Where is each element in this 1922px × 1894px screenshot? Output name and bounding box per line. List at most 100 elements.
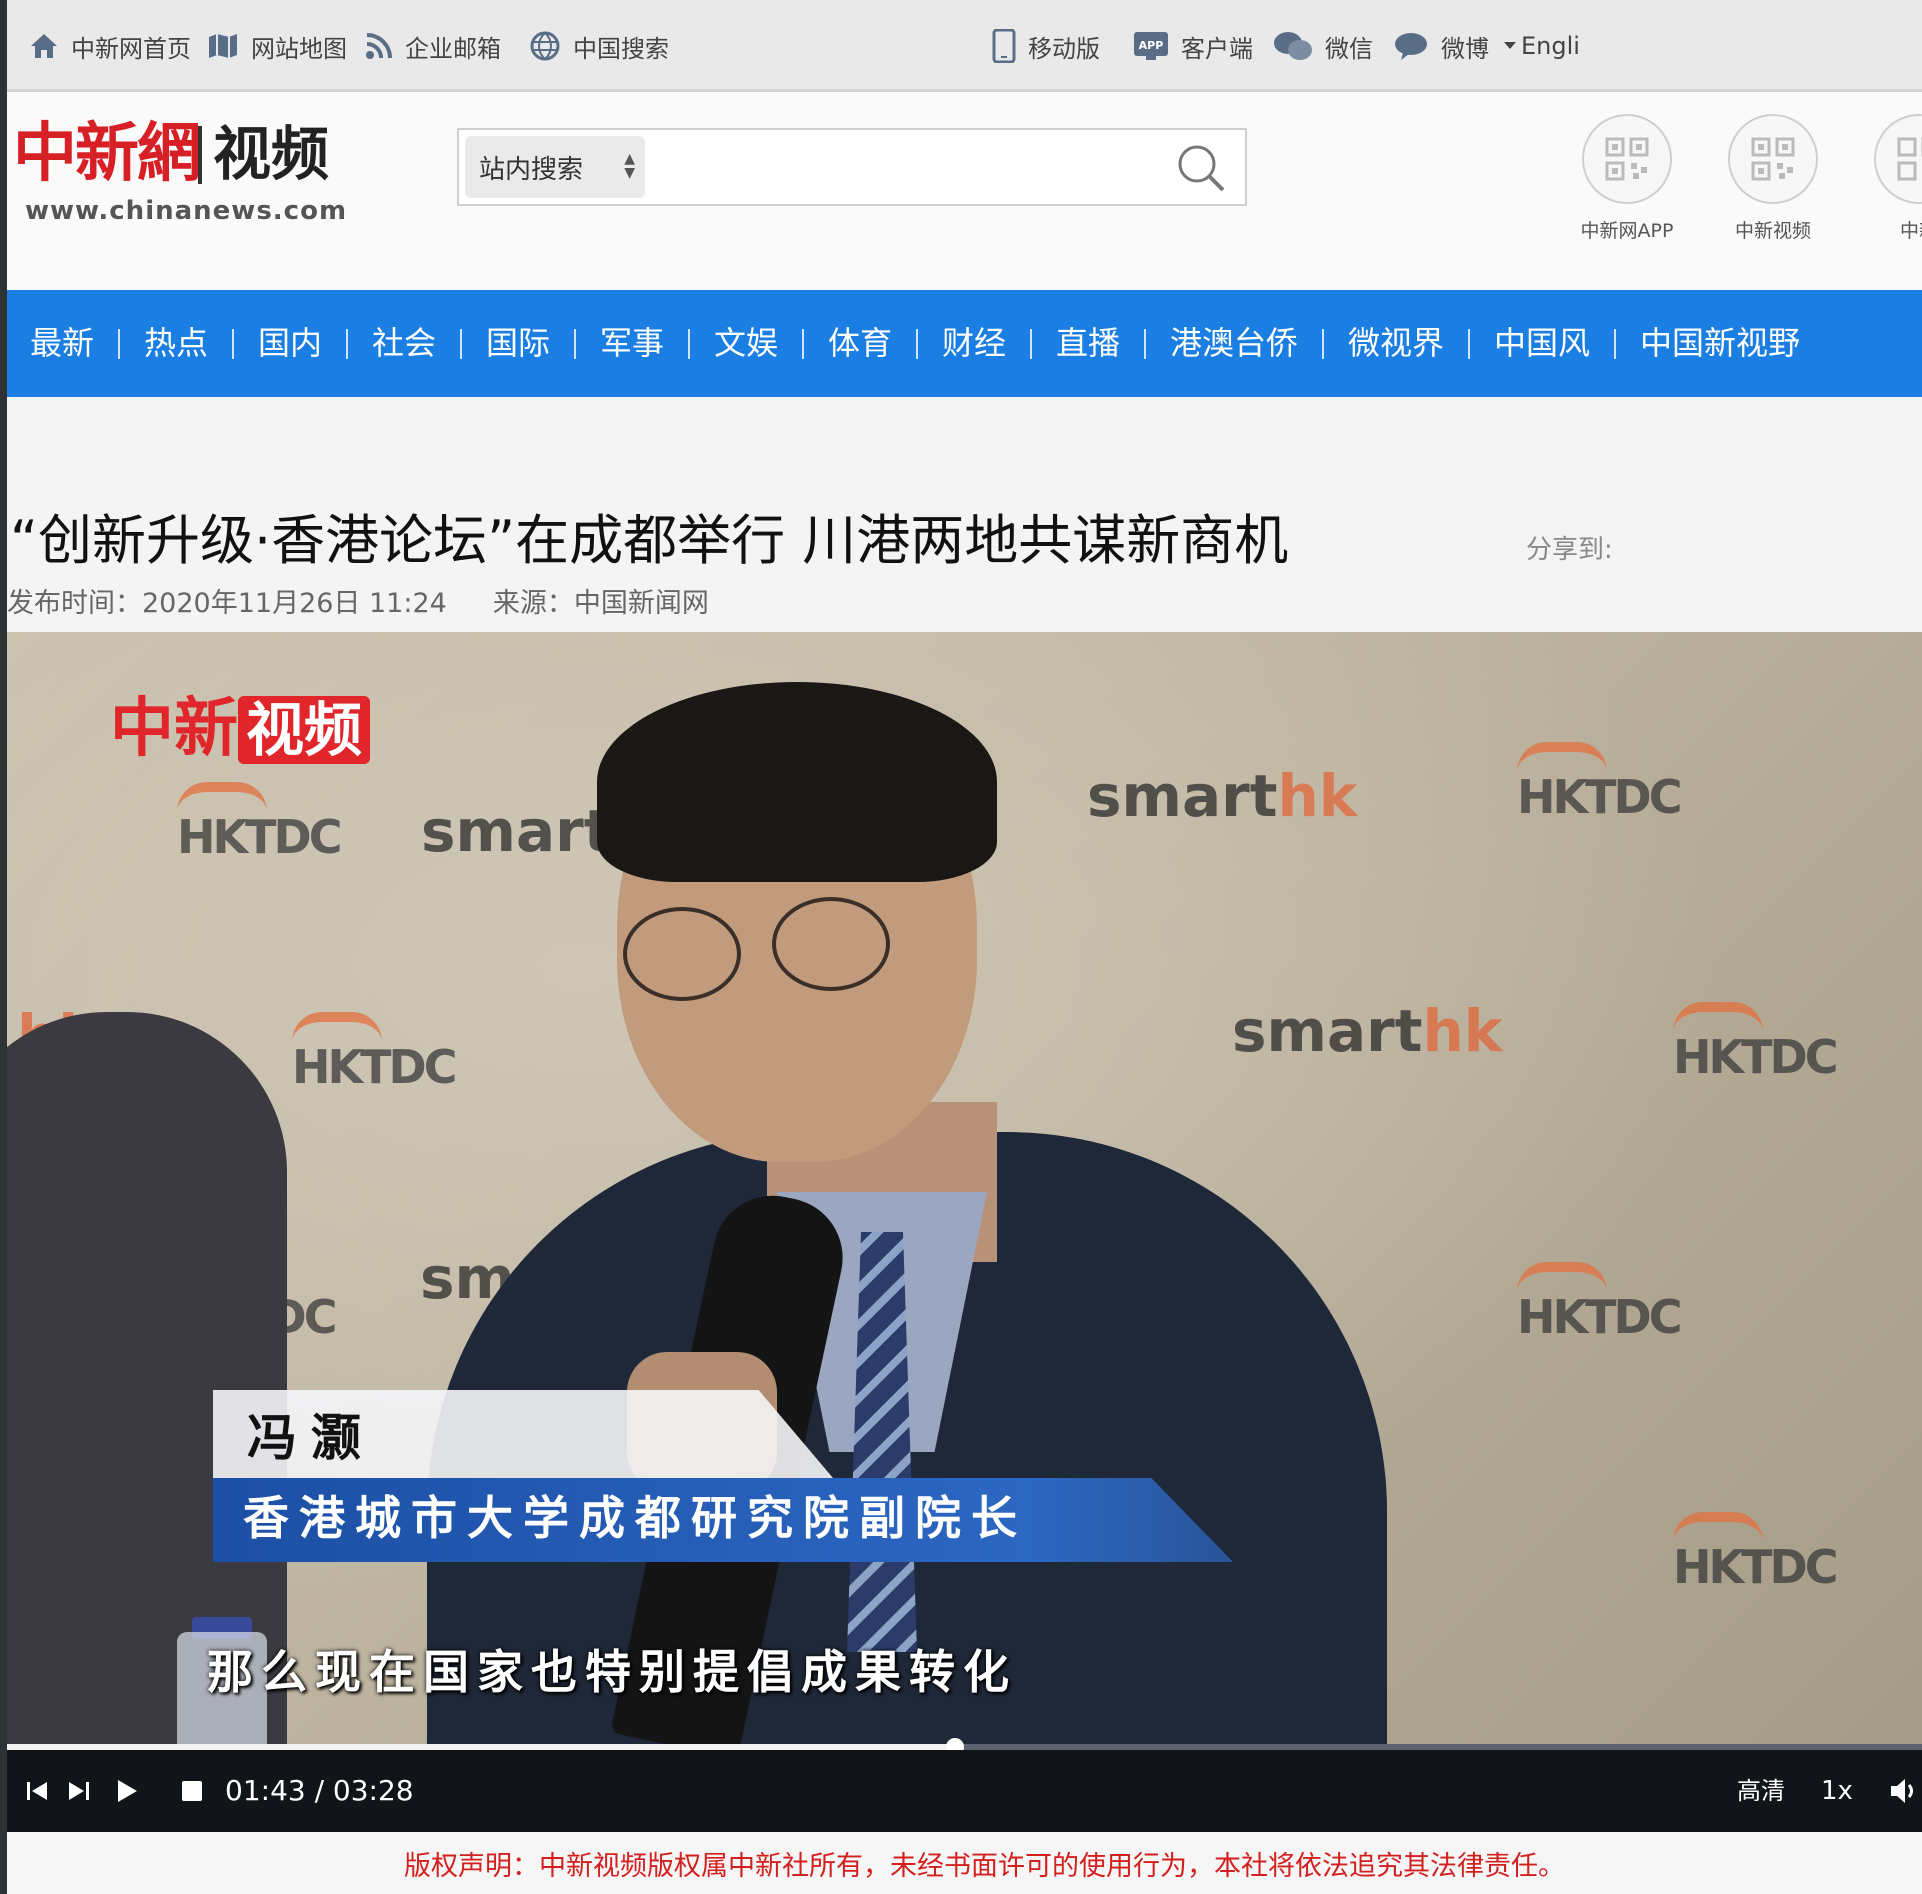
nav-separator: [1030, 329, 1032, 359]
window-edge: [0, 0, 7, 1894]
qr-code-video[interactable]: 中新视频: [1713, 114, 1833, 243]
nav-item-society[interactable]: 社会: [372, 290, 436, 397]
play-button[interactable]: [115, 1750, 139, 1832]
nav-item-live[interactable]: 直播: [1056, 290, 1120, 397]
topbar-link-chinaso[interactable]: 中国搜索: [529, 26, 669, 66]
map-icon: [209, 34, 237, 58]
nav-separator: [574, 329, 576, 359]
backdrop-hktdc-logo: HKTDC: [1673, 1002, 1838, 1084]
nav-item-military[interactable]: 军事: [600, 290, 664, 397]
skip-previous-icon: [27, 1782, 47, 1800]
speaker-hair: [597, 682, 997, 882]
nav-separator: [1468, 329, 1470, 359]
volume-button[interactable]: [1889, 1750, 1919, 1832]
nav-separator: [802, 329, 804, 359]
nav-separator: [118, 329, 120, 359]
search-input[interactable]: [655, 136, 1169, 200]
video-channel-logo: 中新 视频: [110, 689, 371, 770]
stop-button[interactable]: [181, 1750, 203, 1832]
mobile-icon: [992, 29, 1016, 63]
svg-text:APP: APP: [1139, 39, 1164, 52]
site-logo[interactable]: 中新網 视频 www.chinanews.com: [13, 114, 346, 226]
topbar-link-wechat[interactable]: 微信: [1273, 26, 1373, 66]
skip-next-icon: [69, 1782, 89, 1800]
nav-separator: [916, 329, 918, 359]
play-icon: [118, 1780, 137, 1802]
topbar-link-app[interactable]: APP 客户端: [1133, 26, 1253, 66]
quality-button[interactable]: 高清: [1737, 1750, 1785, 1832]
article-meta: 发布时间：2020年11月26日 11:24 来源：中国新闻网: [7, 581, 755, 620]
site-header: 中新網 视频 www.chinanews.com 站内搜索 ▲ ▼ 中新网APP …: [7, 92, 1922, 290]
logo-url: www.chinanews.com: [25, 196, 348, 226]
nav-item-china-new-vision[interactable]: 中国新视野: [1640, 290, 1800, 397]
backdrop-smarthk-logo: smarthk: [1232, 997, 1503, 1065]
backdrop-hktdc-logo: HKTDC: [1673, 1512, 1838, 1594]
topbar-link-mail[interactable]: 企业邮箱: [365, 26, 501, 66]
backdrop-hktdc-logo: HKTDC: [1517, 1262, 1682, 1344]
globe-search-icon: [530, 31, 560, 61]
search-scope-select[interactable]: 站内搜索 ▲ ▼: [465, 136, 645, 198]
stop-icon: [182, 1781, 202, 1801]
backdrop-hktdc-logo: HKTDC: [177, 782, 342, 864]
speaker-glasses: [623, 907, 741, 1001]
copyright-text: 版权声明：中新视频版权属中新社所有，未经书面许可的使用行为，本社将依法追究其法律…: [404, 1851, 1565, 1882]
volume-icon: [1891, 1779, 1913, 1803]
nav-item-latest[interactable]: 最新: [30, 290, 94, 397]
next-button[interactable]: [67, 1750, 91, 1832]
wechat-icon: [1274, 32, 1312, 60]
playback-speed-button[interactable]: 1x: [1821, 1750, 1853, 1832]
playback-time: 01:43 / 03:28: [225, 1774, 414, 1807]
nav-item-international[interactable]: 国际: [486, 290, 550, 397]
share-label: 分享到:: [1526, 535, 1613, 565]
backdrop-hktdc-logo: HKTDC: [292, 1012, 457, 1094]
backdrop-smarthk-logo: smarthk: [1087, 762, 1358, 830]
article-title: “创新升级·香港论坛”在成都举行 川港两地共谋新商机: [10, 509, 1289, 572]
qr-code-app[interactable]: 中新网APP: [1567, 114, 1687, 243]
article-source: 来源：中国新闻网: [492, 588, 709, 619]
video-subtitle: 那么现在国家也特别提倡成果转化: [207, 1645, 1017, 1699]
logo-brand: 中新網: [13, 116, 201, 191]
chevron-down-icon: [1504, 42, 1516, 49]
app-icon: APP: [1134, 32, 1168, 60]
site-search: 站内搜索 ▲ ▼: [457, 128, 1247, 206]
qr-icon: [1874, 114, 1922, 204]
backdrop-smarthk-logo: smart: [421, 797, 612, 865]
lower-third-name: 冯灏: [247, 1408, 375, 1467]
nav-separator: [460, 329, 462, 359]
topbar-link-weibo[interactable]: 微博: [1393, 26, 1529, 66]
speaker-glasses: [772, 897, 890, 991]
copyright-notice: 版权声明：中新视频版权属中新社所有，未经书面许可的使用行为，本社将依法追究其法律…: [7, 1832, 1922, 1894]
topbar-link-mobile[interactable]: 移动版: [992, 26, 1100, 66]
search-icon[interactable]: [1175, 142, 1227, 194]
main-nav: 最新 热点 国内 社会 国际 军事 文娱 体育 财经 直播 港澳台侨 微视界 中…: [7, 290, 1922, 397]
topbar-link-home[interactable]: 中新网首页: [29, 26, 191, 66]
logo-channel: 视频: [213, 120, 330, 188]
nav-item-finance[interactable]: 财经: [942, 290, 1006, 397]
topbar-link-sitemap[interactable]: 网站地图: [207, 26, 347, 66]
nav-separator: [1144, 329, 1146, 359]
lower-third-title: 香港城市大学成都研究院副院长: [243, 1491, 1027, 1545]
backdrop-hktdc-logo: HKTDC: [1517, 742, 1682, 824]
qr-icon: [1728, 114, 1818, 204]
weibo-icon: [1395, 33, 1427, 60]
publish-time: 发布时间：2020年11月26日 11:24: [7, 588, 447, 619]
home-icon: [31, 34, 57, 58]
video-player[interactable]: smart smarthk smarthk hk smart HKTDC HKT…: [7, 632, 1922, 1746]
previous-button[interactable]: [25, 1750, 49, 1832]
select-arrows-icon: ▲ ▼: [624, 151, 635, 181]
topbar-link-english[interactable]: Engli: [1521, 26, 1580, 66]
nav-item-hk-macao-taiwan[interactable]: 港澳台侨: [1170, 290, 1298, 397]
rss-icon: [366, 33, 392, 59]
nav-item-china-style[interactable]: 中国风: [1494, 290, 1590, 397]
nav-item-sports[interactable]: 体育: [828, 290, 892, 397]
nav-separator: [1322, 329, 1324, 359]
qr-code-partial[interactable]: 中新: [1859, 114, 1922, 243]
nav-item-micro-view[interactable]: 微视界: [1348, 290, 1444, 397]
nav-item-entertainment[interactable]: 文娱: [714, 290, 778, 397]
qr-icon: [1582, 114, 1672, 204]
nav-item-domestic[interactable]: 国内: [258, 290, 322, 397]
nav-item-hot[interactable]: 热点: [144, 290, 208, 397]
player-controls: 01:43 / 03:28 高清 1x: [7, 1750, 1922, 1832]
nav-separator: [346, 329, 348, 359]
top-utility-bar: 中新网首页 网站地图 企业邮箱 中国搜索 移动版 APP 客户端 微信 微博 E…: [7, 0, 1922, 92]
